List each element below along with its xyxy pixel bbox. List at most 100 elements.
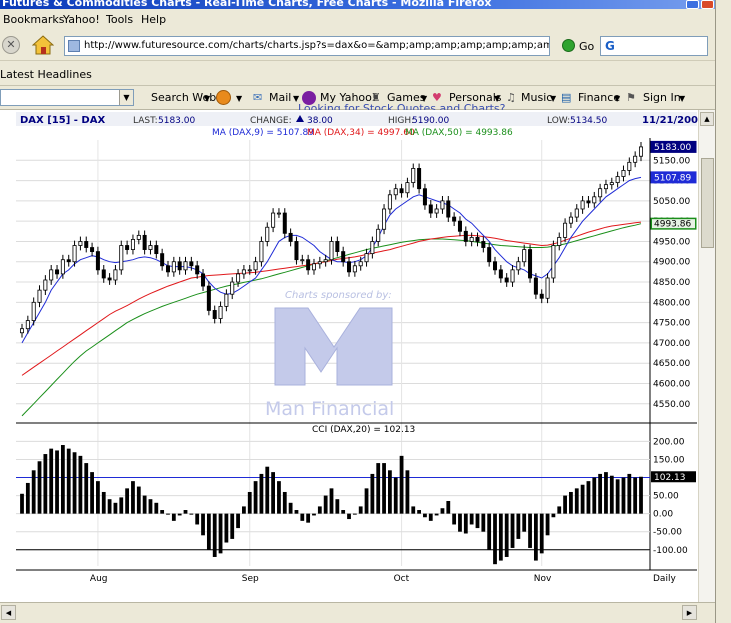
- scroll-up-icon[interactable]: ▲: [700, 112, 714, 126]
- last-value: 5183.00: [158, 116, 195, 126]
- cci-bar: [247, 491, 252, 514]
- candle-body: [633, 155, 638, 163]
- candle-body: [528, 249, 533, 279]
- cci-bar: [446, 501, 451, 514]
- latest-headlines-link[interactable]: Latest Headlines: [0, 68, 92, 81]
- candle-body: [516, 261, 521, 271]
- cci-bar: [212, 513, 217, 557]
- low-label: LOW:: [547, 116, 570, 126]
- menu-help[interactable]: Help: [141, 13, 166, 26]
- candle-body: [183, 261, 188, 271]
- candle-body: [84, 241, 89, 248]
- cci-bar: [218, 513, 223, 554]
- cci-bar: [55, 450, 59, 514]
- cci-bar: [463, 513, 468, 534]
- yahoo-search-input[interactable]: ▼: [0, 89, 134, 106]
- title-bar: Futures & Commodities Charts - Real-Time…: [0, 0, 731, 9]
- candle-body: [311, 263, 316, 271]
- candle-body: [323, 259, 328, 263]
- scroll-thumb[interactable]: [701, 158, 714, 248]
- menu-bookmarks[interactable]: Bookmarks: [3, 13, 64, 26]
- price-marker-label: 4993.86: [654, 220, 691, 230]
- menu-yahoo[interactable]: Yahoo!: [63, 13, 100, 26]
- candle-body: [481, 241, 486, 248]
- cci-bar: [90, 472, 94, 514]
- candle-body: [95, 251, 100, 271]
- candle-body: [113, 269, 118, 281]
- chart-symbol: DAX [15] - DAX: [20, 115, 105, 126]
- cci-bar: [615, 479, 620, 514]
- candle-body: [294, 241, 299, 261]
- finance-icon: ▤: [561, 91, 572, 104]
- candle-body: [498, 269, 503, 279]
- cci-bar: [563, 495, 567, 514]
- candle-body: [598, 188, 603, 198]
- candle-body: [399, 188, 404, 194]
- yahoo-button-dropdown-icon[interactable]: ▼: [236, 94, 242, 103]
- dropdown-arrow-icon[interactable]: ▼: [119, 90, 133, 105]
- go-arrow-icon[interactable]: [562, 39, 575, 52]
- cci-marker-label: 102.13: [654, 473, 686, 483]
- candle-body: [358, 261, 363, 267]
- candle-body: [592, 196, 597, 204]
- cci-bar: [189, 513, 194, 515]
- yahoo-button-icon[interactable]: [216, 90, 231, 105]
- cci-bar: [423, 513, 427, 518]
- finance-dropdown-icon[interactable]: ▼: [614, 94, 620, 103]
- price-tick-label: 4750.00: [653, 319, 690, 329]
- sign-in-button[interactable]: Sign In: [643, 91, 681, 104]
- vertical-scrollbar[interactable]: ▲: [698, 110, 715, 603]
- candle-body: [189, 261, 194, 267]
- cci-bar: [376, 463, 381, 514]
- price-tick-label: 4850.00: [653, 278, 690, 288]
- address-bar[interactable]: http://www.futuresource.com/charts/chart…: [64, 36, 550, 56]
- cci-bar: [428, 513, 433, 521]
- search-web-dropdown-icon[interactable]: ▼: [204, 94, 210, 103]
- minimize-button[interactable]: [686, 0, 699, 9]
- month-tick-label: Oct: [394, 574, 410, 584]
- cci-bar: [498, 513, 503, 561]
- scroll-right-icon[interactable]: ▶: [682, 605, 697, 620]
- home-icon[interactable]: [32, 34, 54, 56]
- cci-bar: [236, 513, 240, 529]
- price-marker-label: 5107.89: [654, 173, 691, 183]
- cci-tick-label: 200.00: [653, 437, 685, 447]
- cci-bar: [288, 502, 293, 514]
- cci-bar: [329, 488, 334, 514]
- cci-bar: [399, 455, 404, 514]
- candle-body: [171, 261, 176, 273]
- stop-icon[interactable]: ✕: [2, 36, 20, 54]
- candle-body: [288, 232, 293, 242]
- candle-body: [55, 269, 60, 275]
- music-dropdown-icon[interactable]: ▼: [550, 94, 556, 103]
- candle-body: [469, 236, 474, 242]
- sponsor-text: Charts sponsored by:: [285, 290, 392, 301]
- mail-button[interactable]: Mail: [269, 91, 291, 104]
- cci-bar: [633, 477, 638, 514]
- cci-bar: [282, 491, 287, 514]
- horizontal-scrollbar[interactable]: ◀ ▶: [0, 602, 715, 623]
- cci-bar: [206, 513, 211, 550]
- cci-bar: [195, 513, 200, 525]
- cci-bar: [574, 488, 579, 514]
- candle-body: [463, 230, 468, 242]
- music-button[interactable]: Music: [521, 91, 552, 104]
- candle-body: [19, 328, 25, 334]
- cci-bar: [510, 513, 515, 548]
- candle-body: [376, 228, 381, 242]
- go-button[interactable]: Go: [579, 40, 594, 53]
- candle-body: [370, 241, 375, 255]
- menu-tools[interactable]: Tools: [106, 13, 133, 26]
- candle-body: [487, 247, 492, 263]
- sign-in-dropdown-icon[interactable]: ▼: [679, 94, 685, 103]
- scroll-left-icon[interactable]: ◀: [1, 605, 16, 620]
- candle-body: [317, 261, 322, 265]
- search-engine-box[interactable]: G: [600, 36, 708, 56]
- candle-body: [627, 161, 632, 171]
- cci-bar: [201, 513, 205, 536]
- cci-bar: [364, 488, 369, 514]
- cci-bar: [66, 448, 71, 514]
- cci-bar: [586, 481, 591, 514]
- cci-bar: [259, 473, 264, 514]
- close-button[interactable]: [701, 0, 714, 9]
